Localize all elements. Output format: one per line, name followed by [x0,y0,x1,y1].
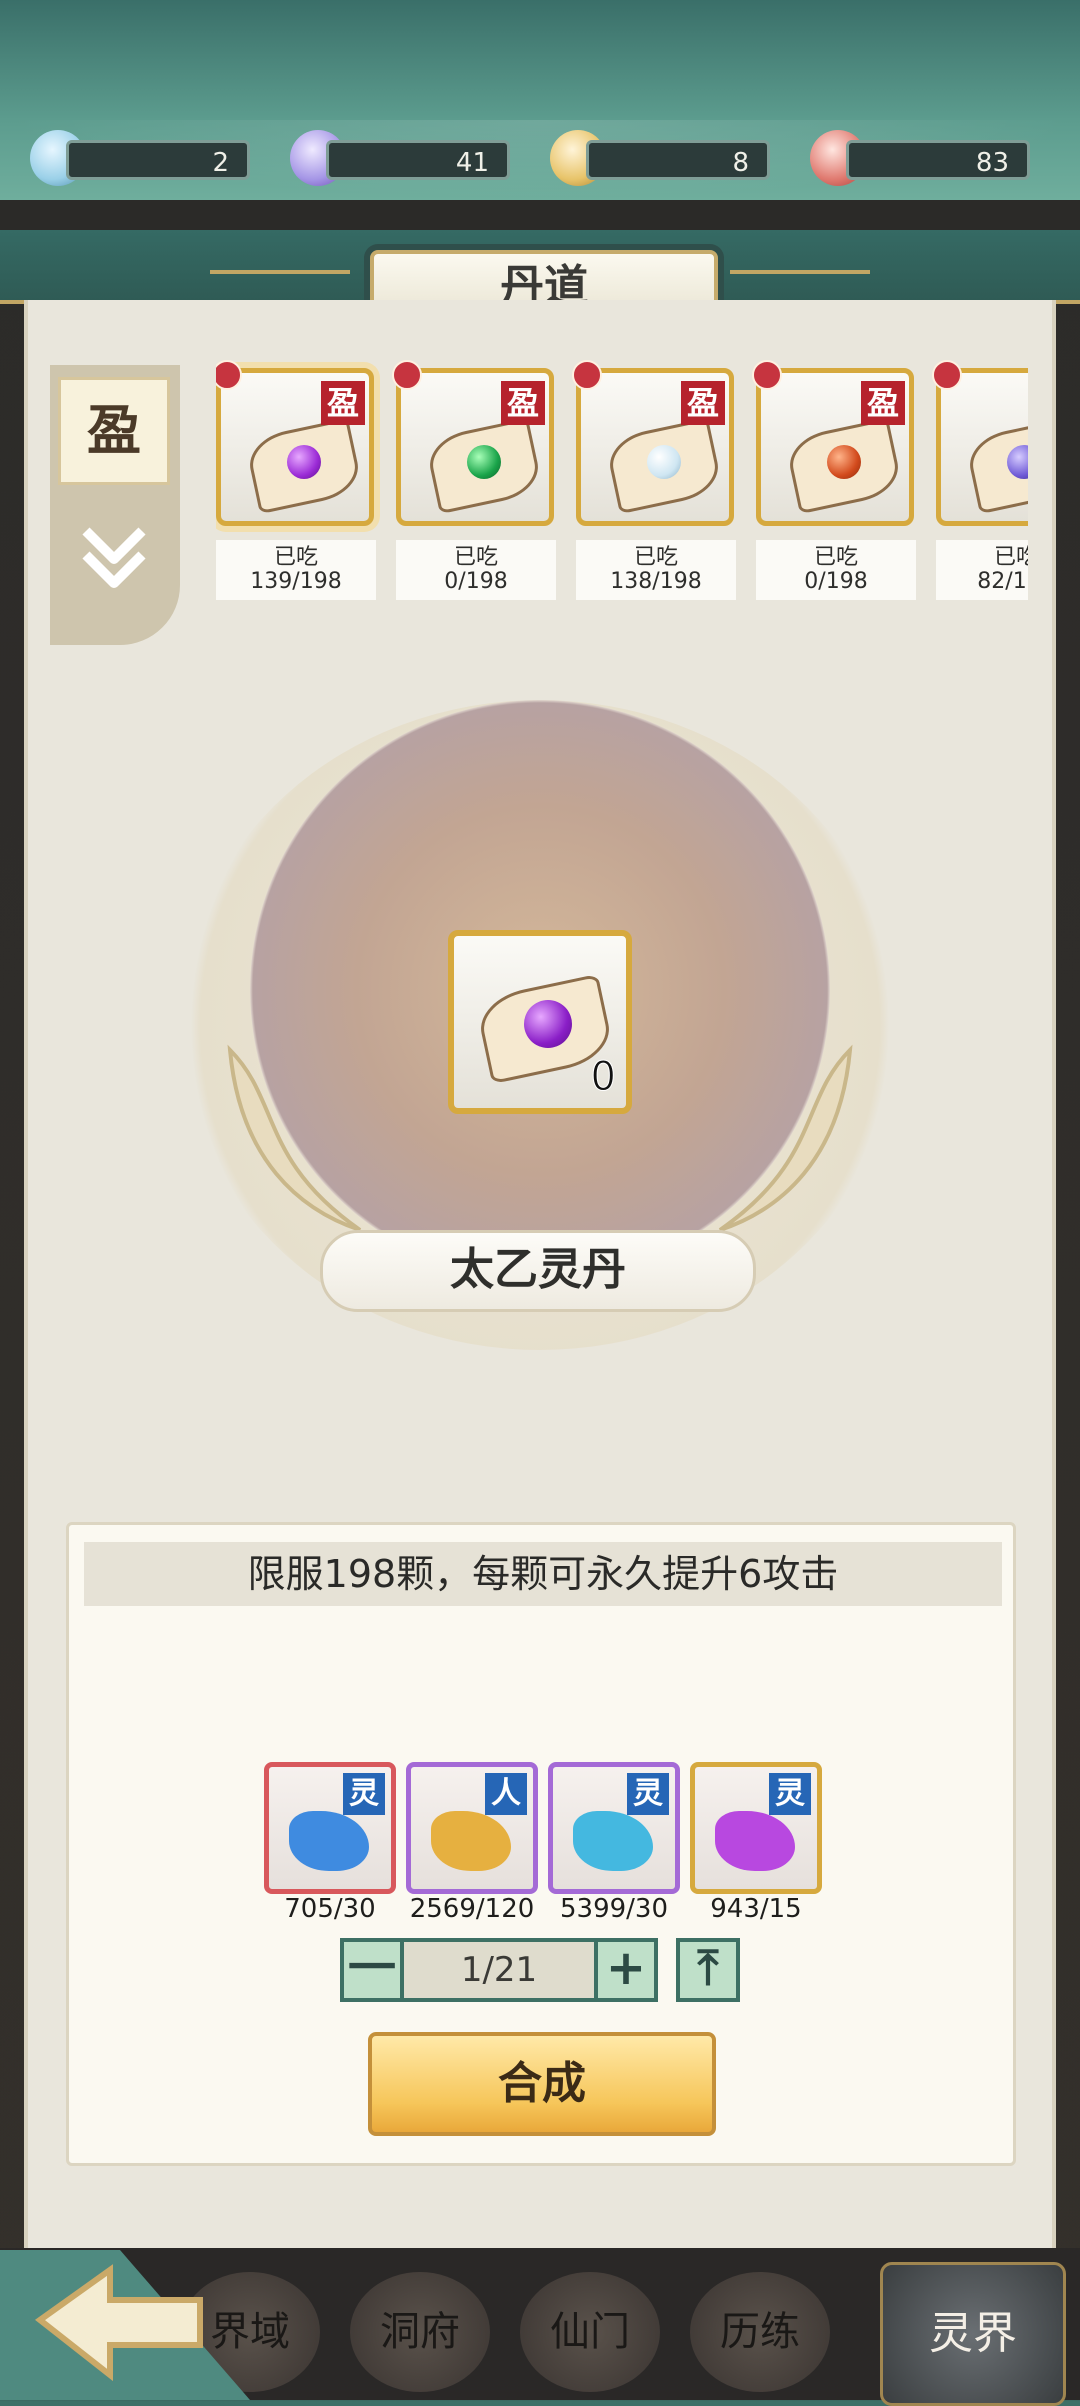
pill-badge: 盈 [861,381,905,425]
pill-list[interactable]: 盈 已吃 139/198 盈 已吃 0/198 盈 已吃 138/198 盈 已… [216,360,1028,610]
red-dot-icon [572,360,602,390]
flame-ornament-left [227,1044,362,1232]
pill-item[interactable]: 盈 已吃 139/198 [216,360,376,610]
red-dot-icon [392,360,422,390]
material-item[interactable]: 灵 943/15 [690,1762,822,1924]
pill-badge: 盈 [501,381,545,425]
pill-count: 0 [590,1054,616,1101]
pill-icon [827,445,861,479]
pill-progress: 已吃 139/198 [216,540,376,600]
resource-counter-1: 2 [30,130,250,186]
category-tab-label: 盈 [58,377,170,485]
material-card[interactable]: 灵 [264,1762,396,1894]
pill-item[interactable]: 盈 已吃 0/198 [752,360,916,610]
resource-counter-2: 41 [290,130,510,186]
pill-card[interactable]: 盈 [756,368,914,526]
pill-item[interactable]: 盈 已吃 138/198 [572,360,736,610]
pill-name: 太乙灵丹 [320,1230,756,1312]
pill-icon [647,445,681,479]
decrease-button[interactable]: 一 [340,1938,404,2002]
material-item[interactable]: 灵 705/30 [264,1762,396,1924]
pill-progress: 已吃 0/198 [756,540,916,600]
nav-item-spirit-world[interactable]: 灵界 [880,2262,1066,2406]
pill-icon [287,445,321,479]
material-grade-tag: 人 [485,1773,527,1815]
title-ornament-right [730,270,870,294]
increase-button[interactable]: + [594,1938,658,2002]
resource-value: 83 [846,140,1030,180]
nav-item-cave[interactable]: 洞府 [350,2272,490,2392]
pill-card[interactable]: 盈 [216,368,374,526]
selected-pill-card[interactable]: 0 [448,930,632,1114]
quantity-value: 1/21 [404,1938,594,2002]
pill-progress: 已吃82/198 [936,540,1028,600]
pill-icon [524,1000,572,1048]
red-dot-icon [752,360,782,390]
max-button[interactable]: ⤒ [676,1938,740,2002]
resource-value: 2 [66,140,250,180]
pill-badge: 盈 [681,381,725,425]
pill-badge: 盈 [321,381,365,425]
nav-item-sect[interactable]: 仙门 [520,2272,660,2392]
herb-icon [431,1811,511,1871]
material-quantity: 943/15 [710,1894,802,1924]
pill-card[interactable]: 盈 [396,368,554,526]
chevron-down-icon[interactable] [78,515,150,595]
material-grade-tag: 灵 [627,1773,669,1815]
herb-icon [573,1811,653,1871]
pill-item[interactable]: 盈 已吃 0/198 [392,360,556,610]
title-ornament-left [210,270,350,294]
red-dot-icon [932,360,962,390]
pill-progress: 已吃 0/198 [396,540,556,600]
material-grade-tag: 灵 [769,1773,811,1815]
divider [0,200,1080,230]
material-item[interactable]: 灵 5399/30 [548,1762,680,1924]
flame-ornament-right [718,1044,853,1232]
resource-value: 8 [586,140,770,180]
resource-value: 41 [326,140,510,180]
resource-counter-4: 83 [810,130,1030,186]
material-item[interactable]: 人 2569/120 [406,1762,538,1924]
mushroom-icon [715,1811,795,1871]
category-tab[interactable]: 盈 [50,365,180,645]
pill-item[interactable]: 盈 已吃82/198 [932,360,1028,610]
material-grade-tag: 灵 [343,1773,385,1815]
material-card[interactable]: 灵 [690,1762,822,1894]
pill-card[interactable]: 盈 [576,368,734,526]
pill-progress: 已吃 138/198 [576,540,736,600]
nav-item-training[interactable]: 历练 [690,2272,830,2392]
herb-icon [289,1811,369,1871]
material-card[interactable]: 人 [406,1762,538,1894]
pill-card[interactable]: 盈 [936,368,1028,526]
pill-description: 限服198颗，每颗可永久提升6攻击 [84,1542,1002,1606]
resource-counter-3: 8 [550,130,770,186]
back-arrow-icon[interactable] [0,2250,250,2400]
material-card[interactable]: 灵 [548,1762,680,1894]
pill-icon [467,445,501,479]
compose-button[interactable]: 合成 [368,2032,716,2136]
